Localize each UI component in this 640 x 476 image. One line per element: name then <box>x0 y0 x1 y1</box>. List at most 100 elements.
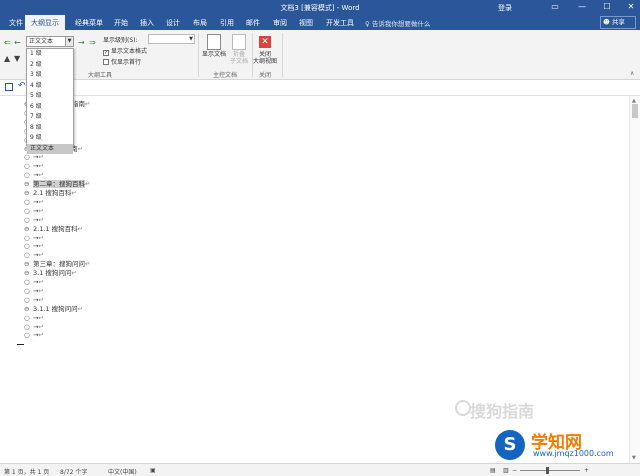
outline-line[interactable]: ○→↵ <box>24 296 44 305</box>
language-indicator[interactable]: 中文(中国) <box>108 467 137 476</box>
promote-icon[interactable]: ← <box>14 38 21 47</box>
outline-body-icon[interactable]: ○ <box>24 278 33 287</box>
tab-4[interactable]: 插入 <box>140 18 154 28</box>
tab-9[interactable]: 审阅 <box>273 18 287 28</box>
outline-body-icon[interactable]: ○ <box>24 234 33 243</box>
outline-body-icon[interactable]: ○ <box>24 296 33 305</box>
outline-body-icon[interactable]: ○ <box>24 198 33 207</box>
read-mode-icon[interactable]: ▤ <box>490 467 496 474</box>
outline-body-icon[interactable]: ○ <box>24 216 33 225</box>
outline-body-icon[interactable]: ○ <box>24 323 33 332</box>
zoom-out-icon[interactable]: − <box>512 467 517 474</box>
dropdown-option[interactable]: 3 级 <box>27 70 73 81</box>
demote-icon[interactable]: → <box>78 38 85 47</box>
minimize-icon[interactable]: — <box>575 1 589 13</box>
outline-collapse-icon[interactable]: ⊖ <box>24 189 33 198</box>
outline-line[interactable]: ○→↵ <box>24 278 44 287</box>
tab-3[interactable]: 开始 <box>114 18 128 28</box>
outline-line[interactable]: ○→↵ <box>24 171 44 180</box>
login-link[interactable]: 登录 <box>498 3 512 13</box>
outline-body-icon[interactable]: ○ <box>24 251 33 260</box>
outline-body-icon[interactable]: ○ <box>24 171 33 180</box>
outline-text: 3.1.1 搜狗问问 <box>33 304 78 313</box>
outline-line[interactable]: ○→↵ <box>24 287 44 296</box>
outline-line[interactable]: ⊖ 第二章：搜狗百科↵ <box>24 180 90 189</box>
tab-1[interactable]: 大纲显示 <box>25 15 65 30</box>
zoom-in-icon[interactable]: + <box>584 467 589 474</box>
outline-level-select[interactable]: 正文文本 ▼ <box>26 36 74 47</box>
outline-line[interactable]: ⊖ 3.1.1 搜狗问问↵ <box>24 305 83 314</box>
outline-line[interactable]: ○→↵ <box>24 242 44 251</box>
tab-5[interactable]: 设计 <box>166 18 180 28</box>
dropdown-option[interactable]: 7 级 <box>27 112 73 123</box>
dropdown-option[interactable]: 9 级 <box>27 133 73 144</box>
outline-line[interactable]: ○→↵ <box>24 323 44 332</box>
dropdown-option[interactable]: 6 级 <box>27 102 73 113</box>
outline-body-icon[interactable]: ○ <box>24 162 33 171</box>
watermark-logo-icon <box>455 400 471 416</box>
tab-8[interactable]: 邮件 <box>246 18 260 28</box>
outline-collapse-icon[interactable]: ⊖ <box>24 305 33 314</box>
outline-body-icon[interactable]: ○ <box>24 314 33 323</box>
outline-collapse-icon[interactable]: ⊖ <box>24 269 33 278</box>
dropdown-option[interactable]: 1 级 <box>27 49 73 60</box>
outline-body-icon[interactable]: ○ <box>24 331 33 340</box>
outline-collapse-icon[interactable]: ⊖ <box>24 260 33 269</box>
move-up-icon[interactable]: ▲ <box>4 54 10 63</box>
promote-to-heading1-icon[interactable]: ⇐ <box>4 38 11 47</box>
outline-line[interactable]: ⊖ 2.1 搜狗百科↵ <box>24 189 77 198</box>
dropdown-option[interactable]: 2 级 <box>27 60 73 71</box>
save-icon[interactable] <box>5 83 13 91</box>
tab-11[interactable]: 开发工具 <box>326 18 354 28</box>
outline-line[interactable]: ⊖ 第三章：搜狗问问↵ <box>24 260 90 269</box>
zoom-slider[interactable] <box>520 470 580 471</box>
tab-7[interactable]: 引用 <box>220 18 234 28</box>
close-window-icon[interactable]: ✕ <box>624 1 638 13</box>
outline-line[interactable]: ○→↵ <box>24 153 44 162</box>
outline-line[interactable]: ⊖ 2.1.1 搜狗百科↵ <box>24 225 83 234</box>
outline-body-icon[interactable]: ○ <box>24 242 33 251</box>
word-count[interactable]: 8/72 个字 <box>60 467 87 476</box>
first-line-only-checkbox[interactable]: 仅显示首行 <box>103 57 141 66</box>
demote-to-body-icon[interactable]: ⇒ <box>89 38 96 47</box>
scroll-thumb[interactable] <box>632 104 638 118</box>
collapse-ribbon-icon[interactable]: ∧ <box>630 70 634 77</box>
dropdown-option[interactable]: 正文文本 <box>27 143 73 154</box>
tell-me-box[interactable]: ♀ 告诉我你想要做什么 <box>365 18 430 28</box>
tab-2[interactable]: 经典菜单 <box>75 18 103 28</box>
print-layout-icon[interactable]: ▥ <box>503 467 509 474</box>
ribbon-display-icon[interactable]: ▭ <box>548 1 562 13</box>
outline-line[interactable]: ○→↵ <box>24 162 44 171</box>
outline-collapse-icon[interactable]: ⊖ <box>24 180 33 189</box>
dropdown-option[interactable]: 8 级 <box>27 123 73 134</box>
outline-collapse-icon[interactable]: ⊖ <box>24 225 33 234</box>
outline-line[interactable]: ○→↵ <box>24 251 44 260</box>
outline-line[interactable]: ○→↵ <box>24 216 44 225</box>
tab-10[interactable]: 视图 <box>299 18 313 28</box>
maximize-icon[interactable]: ☐ <box>600 1 614 13</box>
outline-line[interactable]: ○→↵ <box>24 234 44 243</box>
zoom-slider-thumb[interactable] <box>546 467 549 474</box>
outline-body-icon[interactable]: ○ <box>24 153 33 162</box>
outline-body-icon[interactable]: ○ <box>24 207 33 216</box>
tab-6[interactable]: 布局 <box>193 18 207 28</box>
dropdown-option[interactable]: 5 级 <box>27 91 73 102</box>
outline-line[interactable]: ○→↵ <box>24 314 44 323</box>
dropdown-option[interactable]: 4 级 <box>27 81 73 92</box>
undo-icon[interactable]: ↶ <box>18 81 26 91</box>
chevron-down-icon[interactable]: ▼ <box>65 37 73 46</box>
outline-line[interactable]: ○→↵ <box>24 207 44 216</box>
page-count[interactable]: 第 1 页，共 1 页 <box>4 467 49 476</box>
share-button[interactable]: ☻ 共享 <box>600 16 636 29</box>
outline-line[interactable]: ○→↵ <box>24 198 44 207</box>
vertical-scrollbar[interactable]: ▲ ▼ <box>629 96 640 463</box>
move-down-icon[interactable]: ▼ <box>14 54 20 63</box>
outline-body-icon[interactable]: ○ <box>24 287 33 296</box>
outline-line[interactable]: ○→↵ <box>24 331 44 340</box>
show-text-format-checkbox[interactable]: ✓ 显示文本格式 <box>103 46 147 56</box>
show-level-select[interactable]: ▼ <box>148 34 195 44</box>
proofing-icon[interactable]: ▣ <box>150 467 156 474</box>
close-outline-view-button[interactable]: ✕ 关闭 大纲视图 <box>250 34 280 65</box>
outline-line[interactable]: ⊖ 3.1 搜狗问问↵ <box>24 269 77 278</box>
tab-0[interactable]: 文件 <box>9 18 23 28</box>
